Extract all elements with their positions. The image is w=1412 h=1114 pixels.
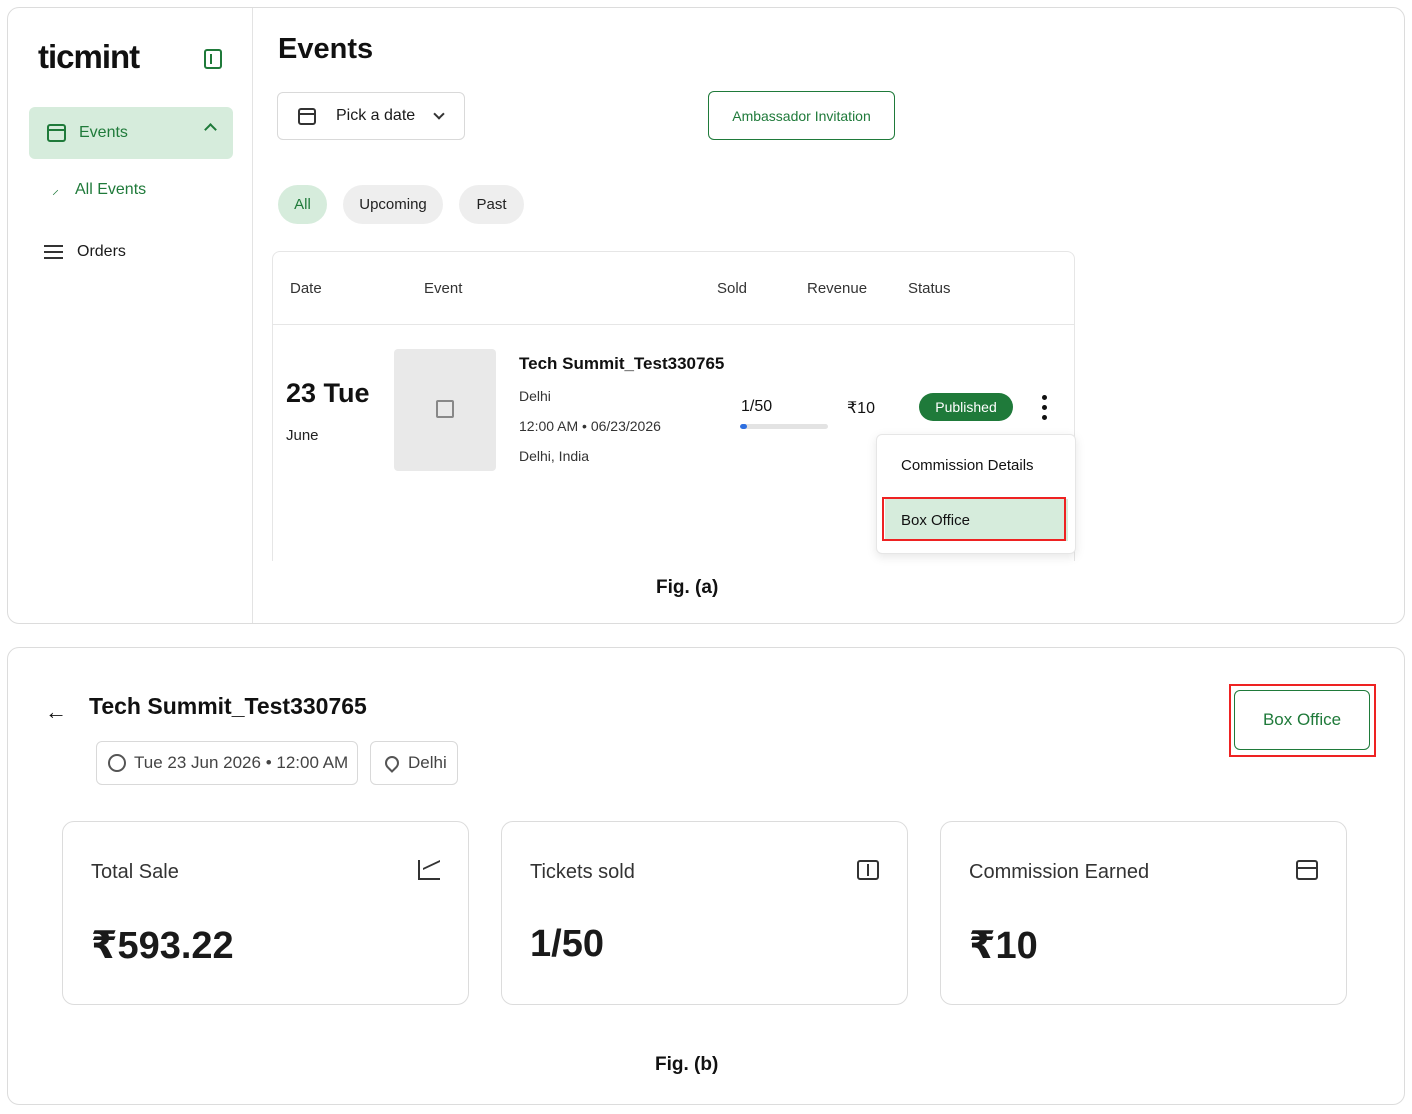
event-date-text: Tue 23 Jun 2026 • 12:00 AM: [134, 753, 349, 772]
stat-card-label: Commission Earned: [969, 861, 1150, 883]
chevron-up-icon: [204, 123, 217, 136]
more-options-icon[interactable]: [1039, 395, 1049, 421]
event-datetime: 12:00 AM • 06/23/2026: [519, 418, 661, 434]
figure-caption-b: Fig. (b): [655, 1054, 719, 1075]
filter-upcoming[interactable]: Upcoming: [343, 185, 443, 224]
sold-progress-bar: [740, 424, 828, 429]
filter-past[interactable]: Past: [459, 185, 524, 224]
stat-card-label: Tickets sold: [530, 861, 635, 883]
ambassador-invitation-button[interactable]: Ambassador Invitation: [708, 91, 895, 140]
column-header-status: Status: [908, 280, 951, 297]
back-arrow-icon[interactable]: ←: [45, 699, 67, 725]
list-icon: [44, 245, 63, 259]
calendar-icon: [47, 124, 66, 142]
sidebar-toggle-icon[interactable]: [204, 49, 222, 69]
event-thumbnail: [394, 349, 496, 471]
wallet-icon: [1296, 860, 1318, 880]
sold-progress-fill: [740, 424, 748, 429]
trend-chart-icon: [418, 860, 440, 880]
stat-card-value: ₹593.22: [91, 925, 234, 967]
sidebar-item-events[interactable]: Events: [29, 107, 233, 159]
menu-item-commission-details[interactable]: Commission Details: [885, 444, 1068, 486]
date-picker-label: Pick a date: [336, 107, 416, 124]
sub-item-icon: ⸝: [52, 181, 59, 197]
image-placeholder-icon: [436, 400, 454, 418]
event-city: Delhi: [519, 388, 551, 404]
table-header: Date Event Sold Revenue Status: [273, 252, 1074, 325]
clock-icon: [108, 754, 126, 772]
event-location-chip: Delhi: [370, 741, 458, 785]
sidebar: ticmint Events ⸝ All Events Orders: [8, 8, 253, 623]
stat-card-total-sale: Total Sale ₹593.22: [62, 821, 469, 1005]
event-month: June: [286, 427, 319, 444]
event-date-chip: Tue 23 Jun 2026 • 12:00 AM: [96, 741, 358, 785]
app-logo: ticmint: [38, 38, 140, 75]
sidebar-item-all-events[interactable]: ⸝ All Events: [52, 180, 146, 199]
column-header-revenue: Revenue: [807, 280, 868, 297]
event-name[interactable]: Tech Summit_Test330765: [519, 354, 724, 374]
stat-card-value: 1/50: [530, 923, 604, 965]
event-location: Delhi, India: [519, 448, 590, 464]
date-picker[interactable]: Pick a date: [277, 92, 465, 140]
sold-count: 1/50: [741, 398, 773, 415]
figure-caption-a: Fig. (a): [656, 577, 719, 598]
calendar-icon: [298, 107, 316, 125]
filter-all[interactable]: All: [278, 185, 327, 224]
stat-card-value: ₹10: [969, 925, 1038, 967]
event-location-text: Delhi: [408, 753, 447, 772]
location-pin-icon: [382, 753, 402, 773]
highlight-box-button: [1229, 684, 1376, 757]
event-title: Tech Summit_Test330765: [89, 693, 367, 719]
stat-card-tickets-sold: Tickets sold 1/50: [501, 821, 908, 1005]
sidebar-item-label: Orders: [77, 243, 126, 260]
sidebar-item-label: Events: [79, 124, 128, 141]
event-day: 23 Tue: [286, 378, 370, 408]
revenue-value: ₹10: [847, 400, 875, 417]
column-header-date: Date: [290, 280, 322, 297]
stat-card-commission-earned: Commission Earned ₹10: [940, 821, 1347, 1005]
column-header-sold: Sold: [717, 280, 748, 297]
chevron-down-icon: [433, 108, 445, 120]
highlight-box-menu: [882, 497, 1066, 541]
sidebar-item-label: All Events: [75, 180, 147, 198]
column-header-event: Event: [424, 280, 463, 297]
sidebar-item-orders[interactable]: Orders: [44, 243, 126, 261]
status-badge: Published: [919, 393, 1013, 421]
stat-card-label: Total Sale: [91, 861, 179, 883]
page-title: Events: [278, 33, 374, 65]
ticket-icon: [857, 860, 879, 880]
